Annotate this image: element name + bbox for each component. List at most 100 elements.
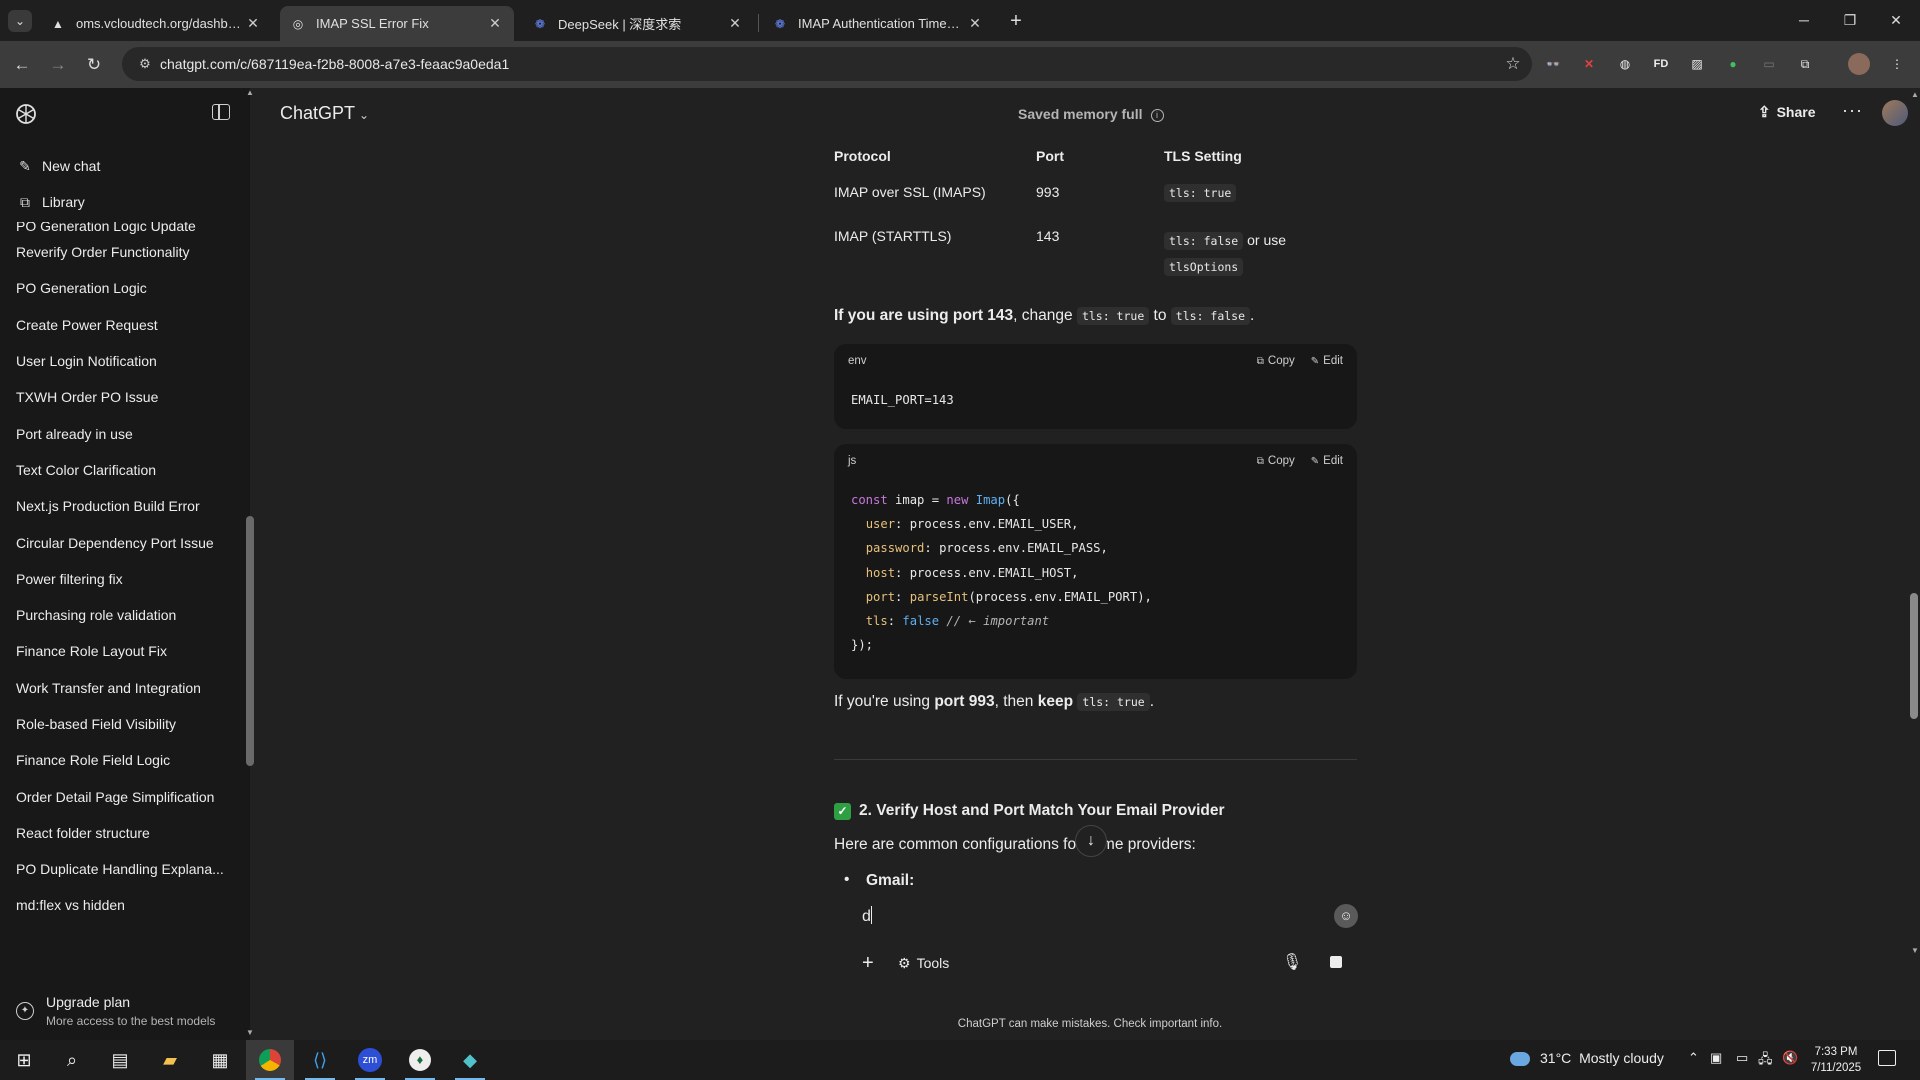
stop-generation-button[interactable] (1320, 946, 1352, 978)
close-icon[interactable]: ✕ (966, 15, 984, 32)
forward-icon[interactable]: → (46, 53, 70, 77)
browser-tab[interactable]: ❁ IMAP Authentication Timeout E ✕ (762, 6, 994, 41)
message-composer[interactable]: d ☺ + ⚙ Tools 🎙 (834, 896, 1364, 1014)
address-bar[interactable]: ⚙ chatgpt.com/c/687119ea-f2b8-8008-a7e3-… (122, 47, 1532, 81)
sidebar-history-item[interactable]: Next.js Production Build Error (0, 488, 240, 524)
scroll-to-bottom-button[interactable]: ↓ (1075, 825, 1107, 857)
sidebar-history-item[interactable]: PO Generation Logic Update (0, 222, 240, 234)
main-scrollbar[interactable] (1910, 593, 1918, 719)
file-explorer-icon[interactable]: ▰ (146, 1040, 194, 1080)
sidebar-history-item[interactable]: React folder structure (0, 815, 240, 851)
copy-button[interactable]: ⧉ Copy (1257, 355, 1295, 367)
sidebar-history-item[interactable]: PO Generation Logic (0, 270, 240, 306)
sidebar-history-item[interactable]: Order Detail Page Simplification (0, 778, 240, 814)
info-icon[interactable]: i (1150, 109, 1164, 122)
sidebar-history-item[interactable]: Finance Role Field Logic (0, 742, 240, 778)
bookmark-star-icon[interactable]: ☆ (1498, 54, 1528, 74)
sidebar-toggle-icon[interactable] (212, 104, 230, 120)
close-icon[interactable]: ✕ (726, 15, 744, 32)
vscode-icon[interactable]: ⟨⟩ (296, 1040, 344, 1080)
site-info-icon[interactable]: ⚙ (130, 56, 160, 72)
scroll-down-arrow-icon[interactable]: ▼ (246, 1028, 254, 1037)
notifications-icon[interactable] (1878, 1050, 1896, 1066)
add-attachment-button[interactable]: + (862, 952, 874, 975)
scroll-up-arrow-icon[interactable]: ▲ (1911, 90, 1919, 99)
reload-icon[interactable]: ↻ (82, 53, 106, 77)
more-options-icon[interactable]: ··· (1842, 100, 1863, 121)
extension-shield-icon[interactable]: ● (1722, 53, 1744, 75)
extension-glasses-icon[interactable]: 👓 (1542, 53, 1564, 75)
extension-fd-icon[interactable]: FD (1650, 53, 1672, 75)
sidebar-history-item[interactable]: TXWH Order PO Issue (0, 379, 240, 415)
sidebar-history-item[interactable]: Text Color Clarification (0, 452, 240, 488)
profile-avatar[interactable] (1848, 53, 1870, 75)
tab-search-button[interactable]: ⌄ (8, 10, 32, 32)
sidebar-history-item[interactable]: User Login Notification (0, 343, 240, 379)
share-icon: ⇪ (1758, 104, 1771, 121)
windows-start-icon[interactable]: ⊞ (0, 1040, 48, 1080)
weather-widget[interactable]: 31°C Mostly cloudy (1506, 1050, 1664, 1066)
close-icon[interactable]: ✕ (486, 15, 504, 32)
sidebar-history-item[interactable]: Port already in use (0, 415, 240, 451)
microphone-icon[interactable]: 🎙 (1282, 952, 1302, 972)
mongodb-icon[interactable]: ♦ (396, 1040, 444, 1080)
restore-button[interactable]: ❐ (1830, 8, 1870, 32)
network-icon[interactable]: 🖧 (1758, 1050, 1773, 1072)
extension-globe-icon[interactable]: ◍ (1614, 53, 1636, 75)
close-icon[interactable]: ✕ (244, 15, 262, 32)
back-icon[interactable]: ← (10, 53, 34, 77)
zoom-icon[interactable]: zm (346, 1040, 394, 1080)
library-button[interactable]: ⧉ Library (0, 185, 240, 219)
model-selector[interactable]: ChatGPT ⌄ (280, 103, 369, 124)
task-view-icon[interactable]: ▤ (96, 1040, 144, 1080)
avatar[interactable] (1882, 100, 1908, 126)
sidebar-history-item[interactable]: Circular Dependency Port Issue (0, 524, 240, 560)
sidebar-scrollbar[interactable] (246, 516, 254, 766)
chrome-icon[interactable] (246, 1040, 294, 1080)
browser-menu-icon[interactable]: ⋮ (1886, 53, 1908, 75)
url-text[interactable]: chatgpt.com/c/687119ea-f2b8-8008-a7e3-fe… (160, 56, 1498, 72)
scroll-up-arrow-icon[interactable]: ▲ (246, 88, 254, 97)
close-window-button[interactable]: ✕ (1876, 8, 1916, 32)
sidebar-history-item[interactable]: Reverify Order Functionality (0, 234, 240, 270)
browser-tab[interactable]: ▲ oms.vcloudtech.org/dashboard ✕ (40, 6, 272, 41)
tools-button[interactable]: ⚙ Tools (898, 955, 949, 972)
extensions-puzzle-icon[interactable]: ⧉ (1794, 53, 1816, 75)
sidebar-history-item[interactable]: Finance Role Layout Fix (0, 633, 240, 669)
search-icon[interactable]: ⌕ (48, 1040, 96, 1080)
sidebar-history-item[interactable]: Role-based Field Visibility (0, 706, 240, 742)
copy-label: Copy (1267, 355, 1295, 367)
edit-button[interactable]: ✎ Edit (1311, 455, 1343, 467)
new-chat-button[interactable]: ✎ New chat (0, 149, 240, 183)
new-tab-button[interactable]: + (1004, 10, 1028, 32)
volume-muted-icon[interactable]: 🔇 (1782, 1050, 1798, 1066)
share-button[interactable]: ⇪ Share (1758, 103, 1816, 121)
app-diamond-icon[interactable]: ◆ (446, 1040, 494, 1080)
minimize-button[interactable]: ─ (1784, 8, 1824, 32)
system-clock[interactable]: 7:33 PM 7/11/2025 (1806, 1044, 1866, 1076)
extension-x-icon[interactable]: ✕ (1578, 53, 1600, 75)
edit-label: Edit (1323, 455, 1343, 467)
sidebar-history-item[interactable]: Work Transfer and Integration (0, 670, 240, 706)
browser-tab-active[interactable]: ◎ IMAP SSL Error Fix ✕ (280, 6, 514, 41)
sidebar-history-item[interactable]: PO Duplicate Handling Explana... (0, 851, 240, 887)
copy-button[interactable]: ⧉ Copy (1257, 455, 1295, 467)
upgrade-plan-button[interactable]: ✦ Upgrade plan More access to the best m… (0, 988, 240, 1040)
edit-button[interactable]: ✎ Edit (1311, 355, 1343, 367)
sidebar-history-item[interactable]: Purchasing role validation (0, 597, 240, 633)
store-icon[interactable]: ▦ (196, 1040, 244, 1080)
prompt-input[interactable]: d (862, 906, 872, 926)
code-text: const imap = new Imap({ user: process.en… (851, 493, 1152, 653)
scroll-down-arrow-icon[interactable]: ▼ (1911, 946, 1919, 955)
sidebar-history-item[interactable]: md:flex vs hidden (0, 887, 240, 912)
bot-icon[interactable]: ☺ (1334, 904, 1358, 928)
chatgpt-logo-icon[interactable] (14, 102, 38, 126)
extension-image-icon[interactable]: ▨ (1686, 53, 1708, 75)
tray-app-icon[interactable]: ▣ (1710, 1050, 1722, 1066)
sidebar-history-item[interactable]: Create Power Request (0, 307, 240, 343)
extension-cast-icon[interactable]: ▭ (1758, 53, 1780, 75)
browser-tab[interactable]: ❁ DeepSeek | 深度求索 ✕ (522, 6, 754, 41)
sidebar-history-item[interactable]: Power filtering fix (0, 561, 240, 597)
battery-icon[interactable]: ▭ (1736, 1050, 1748, 1066)
chevron-up-icon[interactable]: ⌃ (1688, 1050, 1699, 1066)
